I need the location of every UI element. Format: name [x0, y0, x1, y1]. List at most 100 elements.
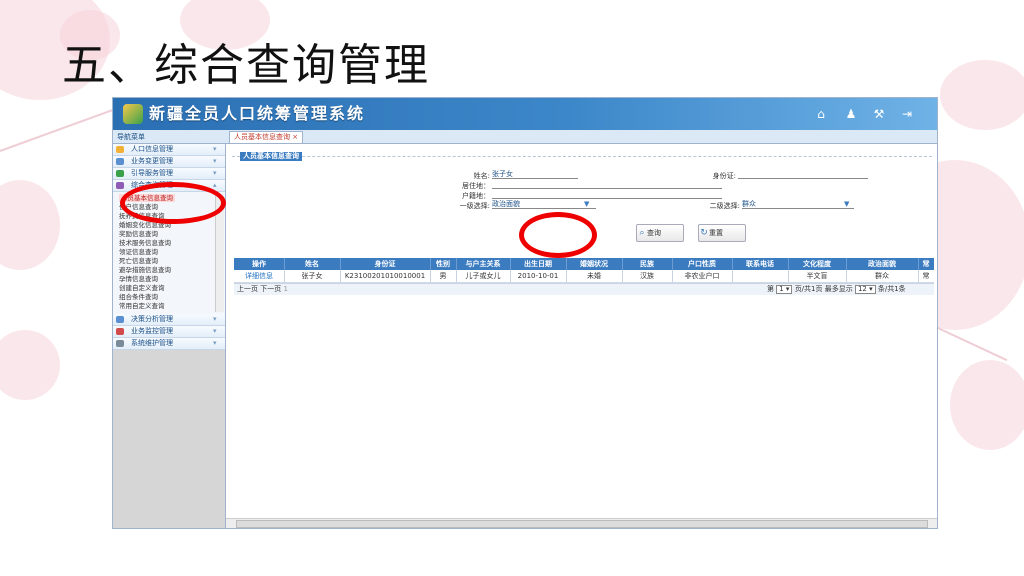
table-cell: K23100201010010001	[340, 270, 431, 282]
home-icon[interactable]: ⌂	[813, 106, 829, 122]
chevron-down-icon[interactable]: ▼	[584, 200, 589, 208]
bell-icon[interactable]: ♟	[843, 106, 859, 122]
column-header: 操作	[234, 258, 285, 270]
sidebar-sub-item[interactable]: 创建自定义查询	[119, 284, 165, 292]
nav-menu-title: 导航菜单	[117, 133, 145, 141]
column-header: 常	[922, 260, 930, 268]
hukou-input[interactable]	[492, 190, 722, 199]
business-icon	[116, 158, 124, 165]
column-header: 联系电话	[732, 258, 789, 270]
subbar: 导航菜单 人员基本信息查询 ×	[113, 130, 937, 144]
detail-link[interactable]: 详细信息	[234, 270, 285, 282]
table-cell	[732, 270, 789, 282]
chevron-down-icon: ▾	[213, 327, 217, 335]
chevron-down-icon[interactable]: ▼	[844, 200, 849, 208]
table-cell: 男	[430, 270, 457, 282]
sidebar-item-business-change[interactable]: 业务变更管理 ▾	[113, 156, 225, 168]
sidebar-sub-item[interactable]: 常用自定义查询	[119, 302, 165, 310]
tab-person-query[interactable]: 人员基本信息查询 ×	[229, 131, 304, 143]
sidebar-item-monitor[interactable]: 业务监控管理 ▾	[113, 326, 225, 338]
table-cell: 常	[922, 272, 930, 280]
level1-select[interactable]: 政治面貌	[492, 200, 596, 209]
idcard-input[interactable]	[738, 170, 868, 179]
table-row: 详细信息 张子女 K23100201010010001 男 儿子或女儿 2010…	[234, 270, 934, 283]
service-icon	[116, 170, 124, 177]
table-cell: 儿子或女儿	[456, 270, 511, 282]
pager-nav[interactable]: 上一页 下一页	[237, 285, 281, 293]
residence-label: 居住地：	[462, 182, 490, 190]
app-header: 新疆全员人口统筹管理系统 ⌂ ♟ ⚒ ⇥	[113, 98, 937, 130]
sidebar-sub-item[interactable]: 技术服务信息查询	[119, 239, 171, 247]
logo-icon	[123, 104, 143, 124]
sidebar-sub-item[interactable]: 领证信息查询	[119, 248, 158, 256]
sidebar-sub-item[interactable]: 组合条件查询	[119, 293, 158, 301]
app-window: 新疆全员人口统筹管理系统 ⌂ ♟ ⚒ ⇥ 导航菜单 人员基本信息查询 × 人口信…	[112, 97, 938, 529]
slide-title: 五、综合查询管理	[62, 40, 430, 91]
level1-label: 一级选择:	[459, 202, 490, 210]
residence-input[interactable]	[492, 180, 722, 189]
form-legend: 人员基本信息查询	[240, 152, 302, 161]
sidebar-item-decision[interactable]: 决策分析管理 ▾	[113, 314, 225, 326]
pager-page-number: 1	[283, 285, 288, 293]
table-cell: 未婚	[566, 270, 623, 282]
name-input[interactable]: 张子女	[492, 170, 578, 179]
table-cell: 非农业户口	[672, 270, 733, 282]
column-header: 政治面貌	[846, 258, 919, 270]
reset-button[interactable]: ↻重置	[698, 224, 746, 242]
logout-icon[interactable]: ⇥	[899, 106, 915, 122]
sidebar-sub-item[interactable]: 孕情信息查询	[119, 275, 158, 283]
sidebar-empty-area	[113, 350, 225, 528]
chevron-down-icon: ▾	[213, 315, 217, 323]
chevron-down-icon: ▾	[213, 157, 217, 165]
chart-icon	[116, 316, 124, 323]
scrollbar-thumb[interactable]	[236, 520, 928, 528]
main-content: 人员基本信息查询 姓名: 张子女 身份证: 居住地： 户籍地： 一级选择: 政治…	[226, 144, 937, 528]
horizontal-scrollbar[interactable]	[226, 518, 937, 528]
column-header: 出生日期	[510, 258, 567, 270]
chevron-down-icon: ▾	[213, 339, 217, 347]
name-label: 姓名:	[473, 172, 490, 180]
table-header: 操作 姓名 身份证 性别 与户主关系 出生日期 婚姻状况 民族 户口性质 联系电…	[234, 258, 934, 270]
column-header: 文化程度	[788, 258, 847, 270]
results-table: 操作 姓名 身份证 性别 与户主关系 出生日期 婚姻状况 民族 户口性质 联系电…	[234, 258, 934, 283]
highlight-oval-sidebar	[120, 182, 226, 224]
tools-icon[interactable]: ⚒	[871, 106, 887, 122]
page-size-select[interactable]: 12 ▾	[854, 284, 876, 294]
reset-icon: ↻	[700, 228, 708, 238]
pager-page-prefix: 第	[767, 285, 774, 293]
pager-show-label: 最多显示	[824, 285, 853, 293]
sidebar-item-system[interactable]: 系统维护管理 ▾	[113, 338, 225, 350]
app-title: 新疆全员人口统筹管理系统	[149, 104, 366, 123]
fieldset-border	[232, 156, 932, 157]
search-icon: ⌕	[639, 228, 645, 238]
highlight-oval-query	[519, 212, 597, 258]
pager-page-suffix: 页/共1页	[794, 285, 823, 293]
table-cell: 2010-10-01	[510, 270, 567, 282]
sidebar-sub-item[interactable]: 死亡信息查询	[119, 257, 158, 265]
column-header: 婚姻状况	[566, 258, 623, 270]
query-button[interactable]: ⌕ 查询	[636, 224, 684, 242]
table-cell: 张子女	[284, 270, 341, 282]
sidebar-item-guide-service[interactable]: 引导服务管理 ▾	[113, 168, 225, 180]
column-header: 与户主关系	[456, 258, 511, 270]
gear-icon	[116, 340, 124, 347]
column-header: 身份证	[340, 258, 431, 270]
pager-total: 条/共1条	[877, 285, 906, 293]
pager: 上一页 下一页 1 第 1 ▾ 页/共1页 最多显示 12 ▾ 条/共1条	[234, 283, 934, 295]
monitor-icon	[116, 328, 124, 335]
column-header: 民族	[622, 258, 673, 270]
table-cell: 群众	[846, 270, 919, 282]
column-header: 姓名	[284, 258, 341, 270]
sidebar-item-population[interactable]: 人口信息管理 ▾	[113, 144, 225, 156]
table-cell: 汉族	[622, 270, 673, 282]
level2-label: 二级选择:	[709, 202, 740, 210]
sidebar-sub-item[interactable]: 避孕措施信息查询	[119, 266, 171, 274]
query-icon	[116, 182, 124, 189]
page-select[interactable]: 1 ▾	[776, 284, 793, 294]
chevron-down-icon: ▾	[213, 145, 217, 153]
sidebar-sub-item[interactable]: 奖励信息查询	[119, 230, 158, 238]
population-icon	[116, 146, 124, 153]
column-header: 户口性质	[672, 258, 733, 270]
hukou-label: 户籍地：	[462, 192, 490, 200]
level2-select[interactable]: 群众	[742, 200, 854, 209]
